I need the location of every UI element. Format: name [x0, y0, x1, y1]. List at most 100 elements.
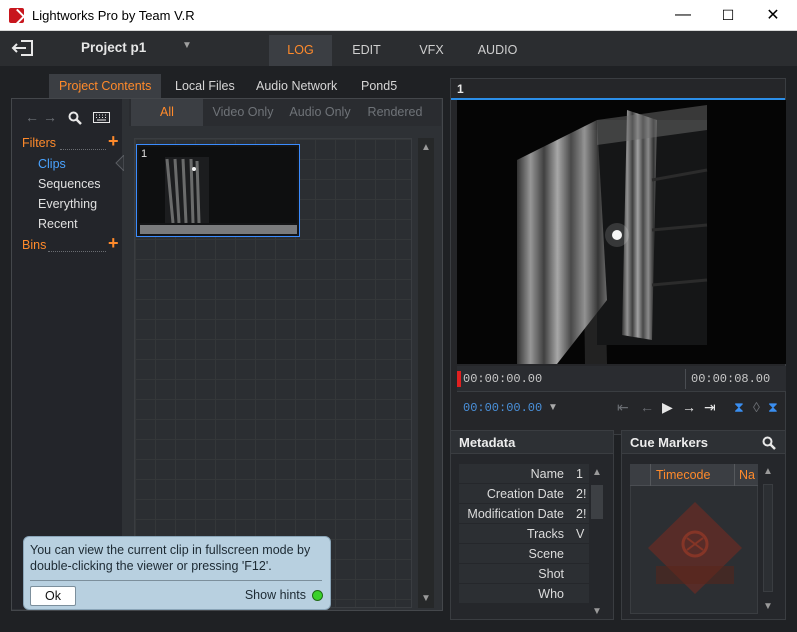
scroll-up-icon[interactable]: ▲ — [760, 466, 776, 477]
clip-preview-image — [139, 147, 297, 223]
window-title: Lightworks Pro by Team V.R — [32, 8, 195, 23]
hint-text: You can view the current clip in fullscr… — [30, 543, 311, 573]
scroll-down-icon[interactable]: ▼ — [418, 593, 434, 604]
metadata-label-modification-date: Modification Date — [467, 507, 564, 521]
filter-clips[interactable]: Clips — [38, 157, 66, 171]
filter-sequences[interactable]: Sequences — [38, 177, 101, 191]
hint-popup: You can view the current clip in fullscr… — [23, 536, 331, 610]
clip-number: 1 — [141, 148, 148, 160]
column-divider — [650, 464, 651, 486]
scroll-thumb[interactable] — [591, 485, 603, 519]
browser-nav-column — [12, 99, 122, 609]
close-button[interactable]: ✕ — [750, 0, 796, 30]
tab-edit[interactable]: EDIT — [335, 35, 398, 66]
timeline-end-timecode: 00:00:08.00 — [691, 372, 771, 386]
column-name[interactable]: Na — [739, 468, 755, 482]
go-to-start-icon[interactable]: ⇤ — [617, 399, 629, 416]
forward-arrow-icon[interactable]: → — [43, 109, 57, 125]
metadata-label-scene: Scene — [528, 547, 564, 561]
search-icon[interactable] — [68, 111, 82, 125]
top-bar: Project p1 ▼ LOG EDIT VFX AUDIO — [0, 31, 797, 66]
metadata-label-who: Who — [538, 587, 564, 601]
bins-heading: Bins — [22, 238, 47, 252]
filter-tab-all[interactable]: All — [131, 99, 203, 126]
timecode-dropdown-icon[interactable]: ▼ — [548, 402, 558, 413]
viewer-timeline[interactable]: 00:00:00.00 00:00:08.00 — [457, 366, 786, 392]
cue-search-icon[interactable] — [762, 436, 776, 450]
tab-audio[interactable]: AUDIO — [466, 35, 529, 66]
minimize-button[interactable]: — — [660, 0, 706, 30]
filter-tab-video-only[interactable]: Video Only — [207, 99, 279, 126]
browser-scrollbar[interactable]: ▲ ▼ — [418, 138, 434, 608]
viewer-frame-image — [457, 100, 786, 364]
tab-log[interactable]: LOG — [269, 35, 332, 66]
window-titlebar: Lightworks Pro by Team V.R — ☐ ✕ — [0, 0, 797, 31]
metadata-scrollbar[interactable]: ▲ ▼ — [589, 467, 605, 617]
keyboard-icon[interactable] — [93, 112, 110, 123]
step-back-icon[interactable]: ← — [640, 399, 654, 415]
metadata-label-creation-date: Creation Date — [486, 487, 564, 501]
filter-recent[interactable]: Recent — [38, 217, 78, 231]
scroll-track[interactable] — [763, 484, 773, 592]
back-arrow-icon[interactable]: ← — [25, 109, 39, 125]
scroll-down-icon[interactable]: ▼ — [589, 606, 605, 617]
tab-local-files[interactable]: Local Files — [175, 74, 235, 99]
app-logo-icon — [9, 8, 24, 23]
playhead-marker[interactable] — [457, 371, 461, 387]
show-hints-indicator[interactable] — [312, 590, 323, 601]
hint-divider — [30, 580, 322, 581]
tab-project-contents[interactable]: Project Contents — [49, 74, 162, 99]
tab-audio-network[interactable]: Audio Network — [256, 74, 337, 99]
filter-tab-audio-only[interactable]: Audio Only — [282, 99, 358, 126]
tab-vfx[interactable]: VFX — [400, 35, 463, 66]
exit-project-icon[interactable] — [11, 38, 35, 58]
add-bin-icon[interactable]: + — [108, 233, 119, 254]
metadata-value-creation-date[interactable]: 2! — [576, 487, 586, 501]
add-filter-icon[interactable]: + — [108, 131, 119, 152]
step-forward-icon[interactable]: → — [682, 399, 696, 415]
metadata-title: Metadata — [451, 431, 613, 454]
workspace: Project Contents Local Files Audio Netwo… — [0, 66, 797, 632]
go-to-end-icon[interactable]: ⇥ — [704, 399, 716, 416]
scroll-up-icon[interactable]: ▲ — [589, 467, 605, 478]
watermark-logo — [648, 502, 742, 594]
metadata-value-tracks[interactable]: V — [576, 527, 584, 541]
tab-pond5[interactable]: Pond5 — [361, 74, 397, 99]
cue-markers-title: Cue Markers — [622, 431, 785, 454]
filter-tab-rendered[interactable]: Rendered — [361, 99, 429, 126]
clip-audio-bar — [140, 225, 297, 234]
metadata-label-tracks: Tracks — [526, 527, 564, 541]
filters-divider — [60, 149, 106, 150]
viewer-clip-number: 1 — [457, 82, 464, 96]
metadata-label-shot: Shot — [538, 567, 564, 581]
maximize-button[interactable]: ☐ — [705, 0, 751, 30]
metadata-value-modification-date[interactable]: 2! — [576, 507, 586, 521]
media-filter-bar: All Video Only Audio Only Rendered — [129, 99, 441, 126]
project-dropdown-icon[interactable]: ▼ — [182, 40, 192, 51]
scroll-up-icon[interactable]: ▲ — [418, 142, 434, 153]
current-timecode[interactable]: 00:00:00.00 — [463, 401, 542, 415]
mark-out-icon[interactable]: ⧗ — [768, 399, 778, 416]
cue-table-header: Timecode Na — [630, 464, 758, 486]
marker-icon[interactable]: ◊ — [753, 399, 760, 415]
mark-in-icon[interactable]: ⧗ — [734, 399, 744, 416]
timeline-start-timecode: 00:00:00.00 — [463, 372, 543, 386]
metadata-value-name[interactable]: 1 — [576, 467, 583, 481]
clip-thumbnail[interactable]: 1 — [136, 144, 300, 237]
column-divider — [734, 464, 735, 486]
filters-heading: Filters — [22, 136, 57, 150]
play-icon[interactable]: ▶ — [662, 399, 673, 416]
bins-divider — [48, 251, 106, 252]
project-name[interactable]: Project p1 — [81, 40, 146, 55]
selected-filter-pointer — [114, 153, 125, 173]
transport-controls: 00:00:00.00 ▼ ⇤ ← ▶ → ⇥ ⧗ ◊ ⧗ — [451, 393, 785, 427]
hint-ok-button[interactable]: Ok — [30, 586, 76, 606]
show-hints-label[interactable]: Show hints — [245, 588, 306, 602]
filter-everything[interactable]: Everything — [38, 197, 97, 211]
metadata-label-name: Name — [530, 467, 564, 481]
scroll-down-icon[interactable]: ▼ — [760, 601, 776, 612]
cue-scrollbar[interactable]: ▲ ▼ — [760, 464, 776, 614]
timeline-divider — [685, 369, 686, 389]
viewer-screen[interactable] — [457, 100, 786, 364]
column-timecode[interactable]: Timecode — [656, 468, 710, 482]
